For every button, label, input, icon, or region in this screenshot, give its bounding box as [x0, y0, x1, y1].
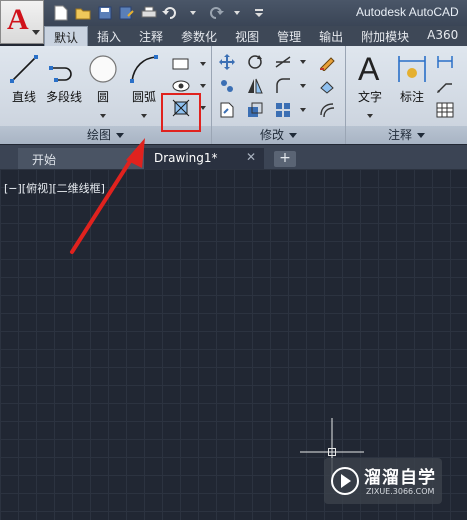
circle-icon [89, 55, 117, 83]
tab-default[interactable]: 默认 [44, 26, 89, 46]
table-icon[interactable] [434, 100, 456, 120]
watermark-name: 溜溜自学 [364, 468, 436, 488]
mirror-icon[interactable] [244, 76, 266, 96]
tab-output[interactable]: 输出 [310, 26, 352, 46]
modify-panel: 修改 [212, 46, 346, 144]
polyline-icon [49, 66, 72, 82]
chevron-down-icon[interactable] [352, 107, 388, 121]
svg-text:A: A [358, 52, 380, 86]
trim-icon[interactable] [272, 52, 294, 72]
text-icon: A [358, 52, 380, 86]
rotate-icon[interactable] [244, 52, 266, 72]
chevron-down-icon[interactable] [192, 54, 214, 74]
line-tool-label: 直线 [11, 90, 36, 104]
redo-icon[interactable] [206, 4, 224, 22]
explode-icon[interactable] [316, 76, 338, 96]
arc-tool-button[interactable]: 圆弧 [126, 50, 162, 121]
quick-access-toolbar [52, 3, 268, 23]
leader-icon[interactable] [434, 76, 456, 96]
chevron-down-icon [417, 133, 425, 138]
tab-start[interactable]: 开始 [18, 148, 144, 169]
linear-dimension-icon[interactable] [434, 52, 456, 72]
chevron-down-icon[interactable] [292, 100, 314, 120]
erase-icon[interactable] [316, 52, 338, 72]
ribbon: 直线 多段线 圆 圆弧 绘图 修改 A 文字 标注 注释 [0, 46, 467, 144]
annotation-panel: A 文字 标注 注释 [346, 46, 467, 144]
application-menu-button[interactable]: A [0, 0, 44, 44]
save-as-icon[interactable] [118, 4, 136, 22]
chevron-down-icon[interactable] [292, 76, 314, 96]
text-tool-label: 文字 [357, 90, 382, 104]
move-icon[interactable] [216, 52, 238, 72]
undo-icon[interactable] [162, 4, 180, 22]
open-folder-icon[interactable] [74, 4, 92, 22]
dimension-icon [398, 56, 426, 82]
array-icon[interactable] [272, 100, 294, 120]
autocad-logo: A [7, 3, 29, 36]
tab-a360[interactable]: A360 [418, 26, 467, 46]
new-tab-button[interactable]: + [274, 151, 296, 167]
title-bar: Autodesk AutoCAD [0, 0, 467, 26]
tab-insert[interactable]: 插入 [88, 26, 130, 46]
polyline-tool-button[interactable]: 多段线 [44, 50, 84, 105]
fillet-icon[interactable] [272, 76, 294, 96]
highlight-box [161, 93, 201, 132]
dimension-tool-label: 标注 [399, 90, 424, 104]
play-logo-icon [331, 467, 359, 495]
chevron-down-icon[interactable] [292, 52, 314, 72]
customize-qat-icon[interactable] [250, 4, 268, 22]
print-icon[interactable] [140, 4, 158, 22]
tab-annotate[interactable]: 注释 [130, 26, 172, 46]
close-icon[interactable]: ✕ [246, 150, 256, 164]
tab-drawing1[interactable]: Drawing1* ✕ [144, 148, 264, 169]
scale-icon[interactable] [244, 100, 266, 120]
chevron-down-icon [32, 30, 40, 35]
save-icon[interactable] [96, 4, 114, 22]
file-tab-bar: 开始 Drawing1* ✕ + [0, 145, 467, 169]
undo-dropdown-icon[interactable] [184, 4, 202, 22]
tab-manage[interactable]: 管理 [268, 26, 310, 46]
tab-parametric[interactable]: 参数化 [172, 26, 226, 46]
line-tool-button[interactable]: 直线 [6, 50, 42, 105]
offset-icon[interactable] [316, 100, 338, 120]
chevron-down-icon [116, 133, 124, 138]
circle-tool-label: 圆 [96, 90, 109, 104]
dimension-tool-button[interactable]: 标注 [394, 50, 430, 105]
polyline-tool-label: 多段线 [45, 90, 82, 104]
redo-dropdown-icon[interactable] [228, 4, 246, 22]
annotation-panel-title[interactable]: 注释 [346, 126, 467, 144]
chevron-down-icon[interactable] [86, 107, 120, 121]
stretch-icon[interactable] [216, 100, 238, 120]
watermark: 溜溜自学 ZIXUE.3066.COM [324, 458, 442, 504]
new-file-icon[interactable] [52, 4, 70, 22]
line-icon [10, 55, 38, 83]
chevron-down-icon[interactable] [126, 107, 162, 121]
text-tool-button[interactable]: A 文字 [352, 50, 388, 121]
circle-tool-button[interactable]: 圆 [86, 50, 120, 121]
chevron-down-icon [289, 133, 297, 138]
watermark-url: ZIXUE.3066.COM [366, 487, 435, 496]
arc-tool-label: 圆弧 [131, 90, 156, 104]
ribbon-tab-bar: 默认 插入 注释 参数化 视图 管理 输出 附加模块 A360 [44, 26, 467, 46]
viewport-controls-label[interactable]: [−][俯视][二维线框] [4, 180, 105, 196]
window-title: Autodesk AutoCAD [356, 5, 459, 19]
tab-addins[interactable]: 附加模块 [352, 26, 418, 46]
copy-icon[interactable] [216, 76, 238, 96]
modify-panel-title[interactable]: 修改 [212, 126, 345, 144]
tab-view[interactable]: 视图 [226, 26, 268, 46]
rectangle-icon[interactable] [170, 54, 192, 74]
arc-icon [130, 55, 158, 83]
